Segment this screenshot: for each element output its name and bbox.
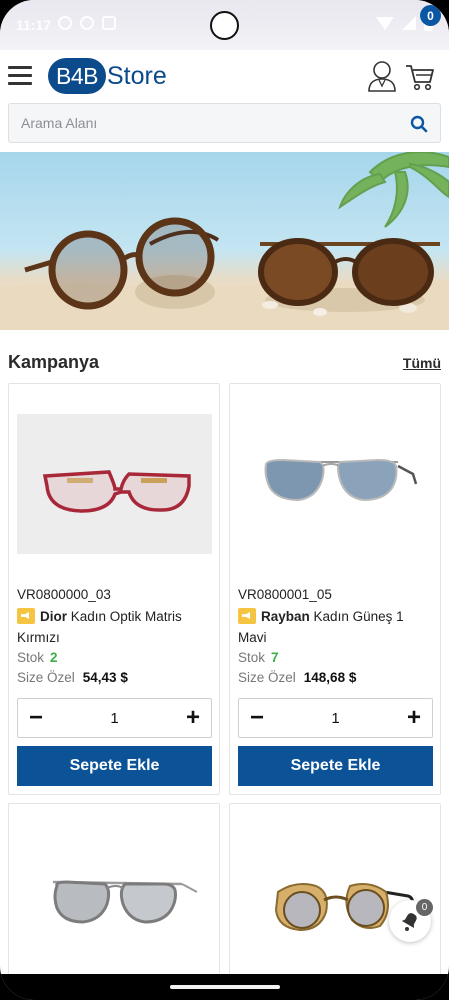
signal-icon <box>402 16 416 30</box>
decrease-quantity-button[interactable]: − <box>239 699 275 737</box>
promo-banner[interactable] <box>0 152 449 330</box>
stock-label: Stok <box>238 650 266 665</box>
logo-text: Store <box>107 61 167 90</box>
price-info: Size Özel 54,43 $ <box>17 670 128 685</box>
increase-quantity-button[interactable]: + <box>396 699 432 737</box>
product-card[interactable]: VR0800000_03 Dior Kadın Optik Matris Kır… <box>8 383 220 795</box>
product-image[interactable] <box>17 414 212 554</box>
stock-info: Stok 7 <box>238 650 279 665</box>
quantity-value[interactable]: 1 <box>275 710 396 727</box>
campaign-megaphone-icon <box>238 608 256 624</box>
app-header: B4B Store <box>0 50 449 102</box>
product-image[interactable] <box>238 414 433 554</box>
stock-label: Stok <box>17 650 45 665</box>
see-all-link[interactable]: Tümü <box>403 355 441 371</box>
shield-icon <box>80 16 94 30</box>
add-to-cart-button[interactable]: Sepete Ekle <box>238 746 433 786</box>
product-brand: Dior <box>40 609 67 624</box>
status-bar: 11:17 <box>0 0 449 50</box>
increase-quantity-button[interactable]: + <box>175 699 211 737</box>
cart-icon[interactable] <box>404 60 436 92</box>
notification-count-badge: 0 <box>416 899 433 916</box>
search-input[interactable] <box>9 104 389 142</box>
stock-value: 2 <box>50 650 58 665</box>
product-card[interactable]: VR0800001_05 Rayban Kadın Güneş 1 Mavi S… <box>229 383 441 795</box>
price-value: 148,68 $ <box>303 670 357 685</box>
store-logo[interactable]: B4B Store <box>48 58 167 94</box>
system-navigation-bar <box>0 974 449 1000</box>
product-card[interactable] <box>8 803 220 983</box>
user-icon[interactable] <box>367 60 397 92</box>
logo-badge: B4B <box>48 58 106 94</box>
stock-info: Stok 2 <box>17 650 58 665</box>
app-screen: 11:17 B4B Store 0 Arama Alanı Kampanya T… <box>0 0 449 1000</box>
decrease-quantity-button[interactable]: − <box>18 699 54 737</box>
quantity-stepper: − 1 + <box>238 698 433 738</box>
status-time: 11:17 <box>16 17 52 33</box>
cart-count-badge: 0 <box>420 5 441 26</box>
banner-image <box>0 152 449 330</box>
search-icon[interactable] <box>410 115 428 133</box>
search-bar <box>8 103 441 143</box>
price-label: Size Özel <box>17 670 75 685</box>
price-info: Size Özel 148,68 $ <box>238 670 356 685</box>
clock-icon <box>58 16 72 30</box>
stock-value: 7 <box>271 650 279 665</box>
product-name[interactable]: Dior Kadın Optik Matris Kırmızı <box>17 606 213 648</box>
quantity-stepper: − 1 + <box>17 698 212 738</box>
price-label: Size Özel <box>238 670 296 685</box>
price-value: 54,43 $ <box>82 670 128 685</box>
front-camera <box>210 11 239 40</box>
product-code: VR0800001_05 <box>238 587 332 602</box>
product-brand: Rayban <box>261 609 310 624</box>
quantity-value[interactable]: 1 <box>54 710 175 727</box>
menu-icon[interactable] <box>8 66 32 86</box>
add-to-cart-button[interactable]: Sepete Ekle <box>17 746 212 786</box>
product-name[interactable]: Rayban Kadın Güneş 1 Mavi <box>238 606 434 648</box>
message-icon <box>102 16 116 30</box>
product-image[interactable] <box>17 834 212 974</box>
section-title: Kampanya <box>8 352 100 372</box>
product-card[interactable] <box>229 803 441 983</box>
home-gesture-handle[interactable] <box>170 985 280 989</box>
wifi-icon <box>376 16 394 30</box>
campaign-megaphone-icon <box>17 608 35 624</box>
product-code: VR0800000_03 <box>17 587 111 602</box>
status-notification-icons <box>58 16 116 30</box>
